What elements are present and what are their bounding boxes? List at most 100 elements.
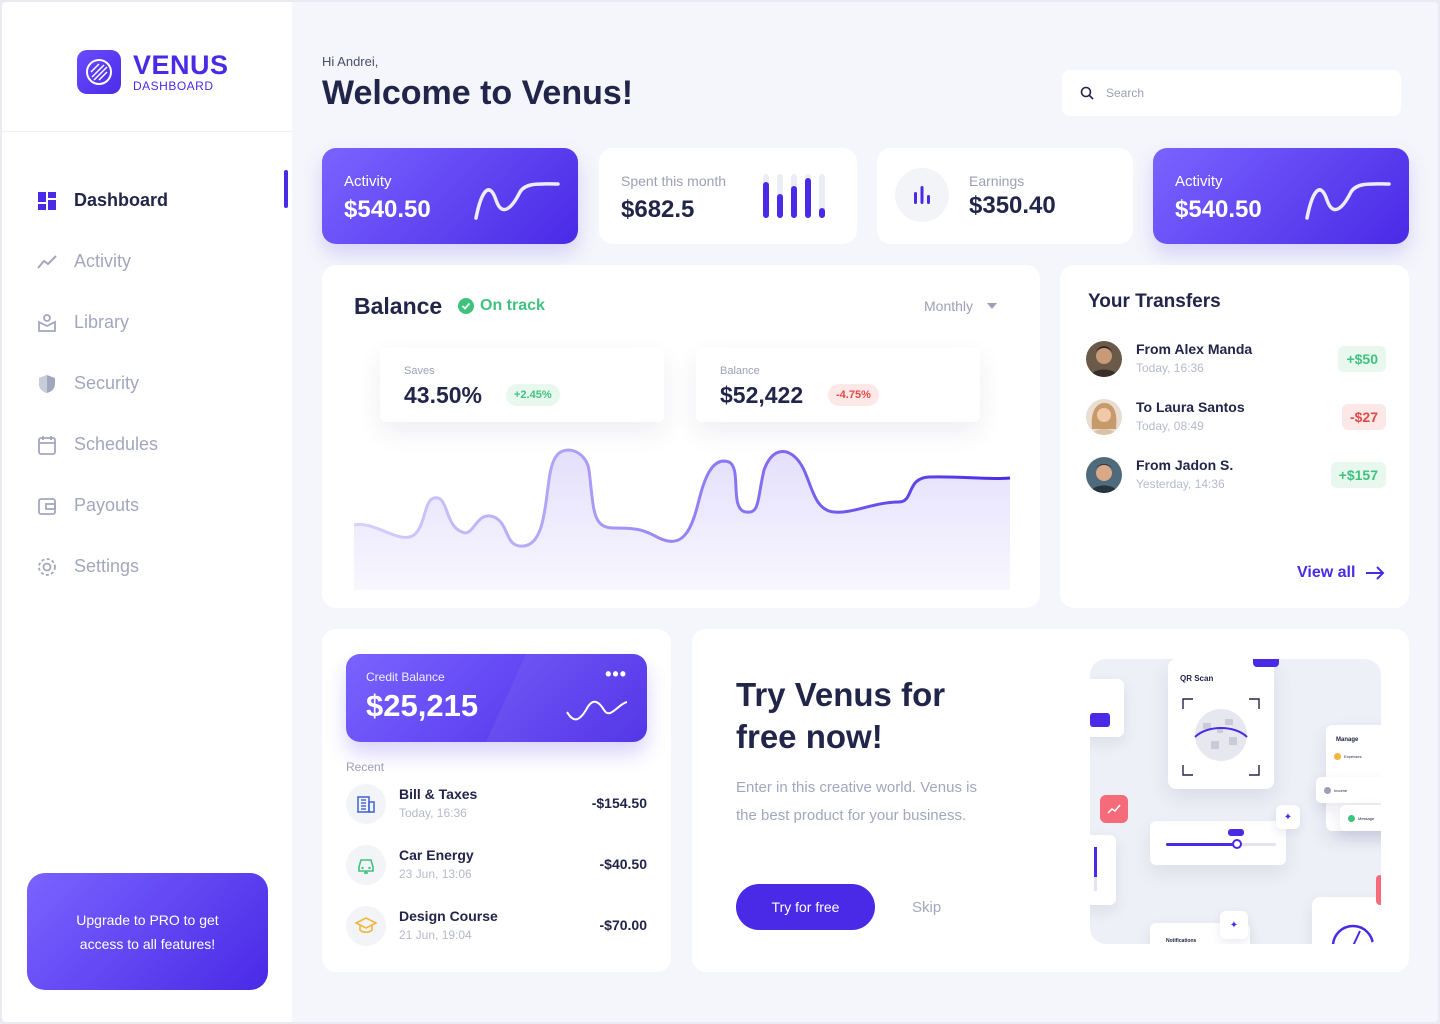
status-text: On track xyxy=(480,297,545,314)
stat-value: $540.50 xyxy=(344,196,431,223)
active-nav-indicator xyxy=(284,170,288,208)
stat-card-activity-2[interactable]: Activity $540.50 xyxy=(1153,148,1409,244)
balance-area-chart xyxy=(354,448,1011,590)
chevron-down-icon xyxy=(987,303,998,309)
transaction-name: Bill & Taxes xyxy=(399,786,478,802)
income-card: Income xyxy=(1316,777,1381,803)
transfer-name: From Alex Manda xyxy=(1136,341,1253,357)
sidebar-item-payouts[interactable]: Payouts xyxy=(36,475,168,536)
sidebar-item-dashboard[interactable]: Dashboard xyxy=(36,170,168,231)
credit-panel: Credit Balance $25,215 ••• Recent Bill &… xyxy=(322,629,671,972)
sidebar-item-library[interactable]: Library xyxy=(36,292,168,353)
promo-headline: Try Venus for free now! xyxy=(736,676,946,755)
recent-transaction[interactable]: Design Course 21 Jun, 19:04 -$70.00 xyxy=(346,904,647,948)
manage-item-expenses: Expenses xyxy=(1334,753,1362,760)
wave-graph-icon xyxy=(474,182,560,220)
check-circle-icon xyxy=(458,298,474,314)
transfer-row[interactable]: From Alex Manda Today, 16:36 +$50 xyxy=(1086,339,1386,379)
transfer-time: Today, 16:36 xyxy=(1136,361,1204,375)
sparkle-chip: ✦ xyxy=(1276,805,1300,829)
recent-transaction[interactable]: Bill & Taxes Today, 16:36 -$154.50 xyxy=(346,782,647,826)
more-options-icon[interactable]: ••• xyxy=(605,664,627,685)
transaction-icon-badge xyxy=(346,906,386,946)
illustration-slider-card xyxy=(1150,821,1286,865)
notifications-label: Notifications xyxy=(1166,938,1197,944)
recent-label: Recent xyxy=(346,760,385,774)
credit-balance-card[interactable]: Credit Balance $25,215 ••• xyxy=(346,654,647,742)
promo-description: Enter in this creative world. Venus is t… xyxy=(736,779,977,824)
wave-graph-icon xyxy=(1305,182,1391,220)
qr-code-icon xyxy=(1182,698,1260,776)
search-input[interactable]: Search xyxy=(1106,86,1144,100)
illustration-left-card xyxy=(1090,679,1124,737)
status-badge: On track xyxy=(458,297,545,315)
transfer-name: To Laura Santos xyxy=(1136,399,1245,415)
avatar xyxy=(1086,341,1122,377)
qr-scan-card: QR Scan xyxy=(1168,659,1274,789)
brand-name: VENUS xyxy=(133,50,229,80)
red-edge-accent xyxy=(1376,875,1381,905)
upgrade-pro-banner[interactable]: Upgrade to PRO to get access to all feat… xyxy=(27,873,268,990)
transaction-time: 23 Jun, 13:06 xyxy=(399,867,472,881)
gauge-icon xyxy=(1331,924,1375,944)
car-icon xyxy=(358,859,374,874)
qr-scan-title: QR Scan xyxy=(1180,674,1214,683)
sidebar-item-label: Payouts xyxy=(74,495,140,515)
graduation-cap-icon xyxy=(355,917,377,934)
credit-value: $25,215 xyxy=(366,688,479,723)
wallet-icon xyxy=(38,497,56,515)
transfer-row[interactable]: To Laura Santos Today, 08:49 -$27 xyxy=(1086,397,1386,437)
transfers-panel: Your Transfers From Alex Manda Today, 16… xyxy=(1060,265,1409,608)
period-value: Monthly xyxy=(924,298,974,314)
balance-change-badge: -4.75% xyxy=(828,384,879,406)
transaction-name: Car Energy xyxy=(399,847,474,863)
brand-logo[interactable]: VENUS DASHBOARD xyxy=(77,50,229,94)
vertical-bar-card xyxy=(1090,835,1116,905)
promo-illustration: QR Scan ✦ Manage Expenses Income Message… xyxy=(1090,659,1381,944)
building-icon xyxy=(357,796,375,813)
sidebar-item-label: Settings xyxy=(74,556,140,576)
recent-transaction[interactable]: Car Energy 23 Jun, 13:06 -$40.50 xyxy=(346,843,647,887)
skip-button[interactable]: Skip xyxy=(912,899,941,916)
saves-change-badge: +2.45% xyxy=(506,384,560,406)
balance-area-fill xyxy=(354,449,1010,590)
stat-label: Activity xyxy=(344,173,392,190)
sidebar-item-label: Dashboard xyxy=(74,190,169,210)
stat-card-activity[interactable]: Activity $540.50 xyxy=(322,148,578,244)
try-for-free-button[interactable]: Try for free xyxy=(736,884,875,930)
view-all-link[interactable]: View all xyxy=(1297,564,1385,582)
wave-graph-icon xyxy=(566,700,628,721)
stat-label: Spent this month xyxy=(621,173,727,189)
balance-amount-value: $52,422 xyxy=(720,382,804,408)
manage-title: Manage xyxy=(1336,737,1359,743)
sidebar-item-security[interactable]: Security xyxy=(36,353,168,414)
stat-value: $540.50 xyxy=(1175,196,1262,223)
sidebar-item-settings[interactable]: Settings xyxy=(36,536,168,597)
transfer-time: Yesterday, 14:36 xyxy=(1136,477,1225,491)
venus-logo-icon xyxy=(77,50,121,94)
illustration-trend-chip xyxy=(1100,795,1128,823)
sidebar-divider xyxy=(2,131,292,132)
balance-amount-label: Balance xyxy=(720,365,760,377)
sidebar-item-schedules[interactable]: Schedules xyxy=(36,414,168,475)
period-dropdown[interactable]: Monthly xyxy=(924,298,998,314)
transfer-name: From Jadon S. xyxy=(1136,457,1234,473)
stat-card-earnings[interactable]: Earnings $350.40 xyxy=(877,148,1133,244)
library-icon xyxy=(38,313,56,332)
balance-amount-card: Balance $52,422 -4.75% xyxy=(696,348,980,422)
greeting: Hi Andrei, xyxy=(322,54,379,69)
transaction-icon-badge xyxy=(346,845,386,885)
message-card: Message xyxy=(1340,805,1381,831)
balance-title: Balance xyxy=(354,293,443,319)
stat-card-spent[interactable]: Spent this month $682.5 xyxy=(599,148,857,244)
balance-panel: Balance On track Monthly Saves 43.50% +2… xyxy=(322,265,1040,608)
search-bar[interactable]: Search xyxy=(1062,70,1401,116)
transaction-amount: -$70.00 xyxy=(599,917,647,933)
bar-chart-icon xyxy=(914,186,930,204)
transfer-row[interactable]: From Jadon S. Yesterday, 14:36 +$157 xyxy=(1086,455,1386,495)
transaction-amount: -$154.50 xyxy=(591,795,647,811)
sidebar-item-activity[interactable]: Activity xyxy=(36,231,168,292)
dashboard-icon xyxy=(38,191,56,210)
calendar-icon xyxy=(38,435,56,455)
promo-panel: Try Venus for free now! Enter in this cr… xyxy=(692,629,1409,972)
